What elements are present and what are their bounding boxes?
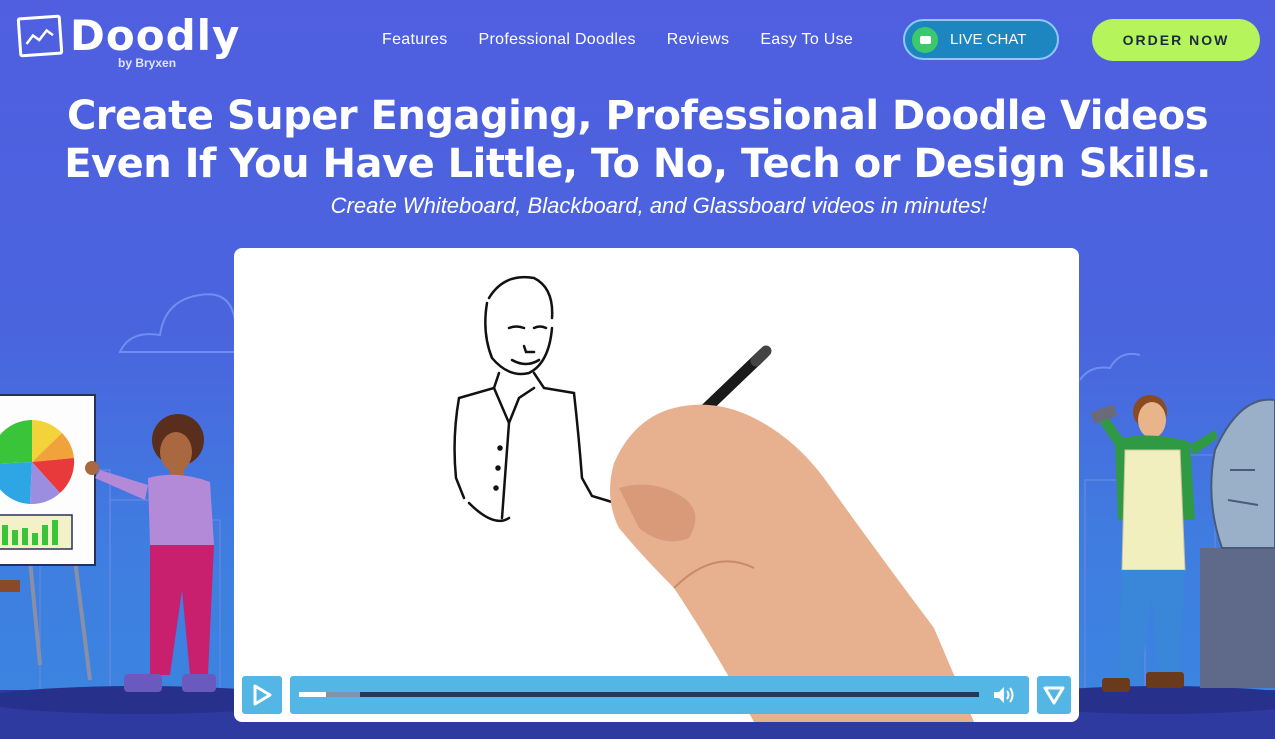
play-icon <box>253 684 272 706</box>
progress-bar[interactable] <box>290 676 1029 714</box>
presenter-woman-illustration <box>85 414 216 692</box>
chat-bubble-icon <box>912 26 938 53</box>
vimeo-button[interactable] <box>1037 676 1071 714</box>
nav-item-features[interactable]: Features <box>382 31 448 49</box>
doodly-logo[interactable]: Doodly by Bryxen <box>16 12 239 74</box>
progress-track[interactable] <box>299 692 979 697</box>
live-chat-label: LIVE CHAT <box>950 31 1027 48</box>
headline-line-2: Even If You Have Little, To No, Tech or … <box>64 141 1211 187</box>
brand-name: Doodly <box>70 11 241 60</box>
statue-head-illustration <box>1200 398 1275 688</box>
video-controls <box>242 676 1071 714</box>
easel-illustration <box>0 394 96 681</box>
doodle-drawing-illustration <box>453 275 974 722</box>
volume-icon[interactable] <box>992 685 1016 705</box>
nav-item-easy-to-use[interactable]: Easy To Use <box>760 31 853 49</box>
nav-item-professional-doodles[interactable]: Professional Doodles <box>479 31 636 49</box>
play-button[interactable] <box>242 676 282 714</box>
hero-subheadline: Create Whiteboard, Blackboard, and Glass… <box>330 193 988 218</box>
video-player[interactable] <box>234 248 1079 722</box>
vimeo-icon <box>1043 686 1065 705</box>
brand-byline: by Bryxen <box>118 56 177 70</box>
progress-played <box>299 692 327 697</box>
nav-item-reviews[interactable]: Reviews <box>667 31 730 49</box>
logo-mark-icon <box>16 14 64 58</box>
sculptor-man-illustration <box>1090 395 1218 692</box>
headline-line-1: Create Super Engaging, Professional Dood… <box>66 93 1209 139</box>
main-navigation: Features Professional Doodles Reviews Ea… <box>382 31 853 49</box>
live-chat-button[interactable]: LIVE CHAT <box>903 19 1059 60</box>
order-now-button[interactable]: ORDER NOW <box>1092 19 1260 61</box>
hero-headline: Create Super Engaging, Professional Dood… <box>0 92 1275 188</box>
